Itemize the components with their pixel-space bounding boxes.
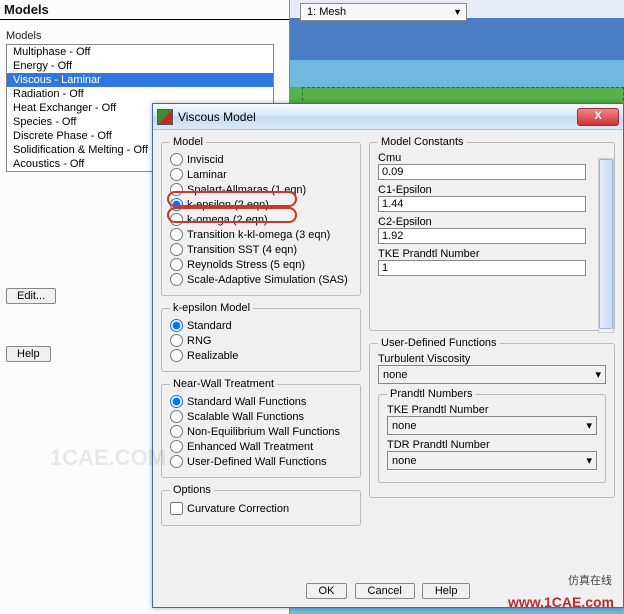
chevron-down-icon: ▼ <box>453 7 462 17</box>
radio-nwt-scalable[interactable]: Scalable Wall Functions <box>170 409 352 424</box>
radio-inviscid[interactable]: Inviscid <box>170 152 352 167</box>
dialog-title: Viscous Model <box>178 110 256 124</box>
dropdown-value: 1: Mesh <box>307 6 346 18</box>
nwt-legend: Near-Wall Treatment <box>170 378 277 390</box>
radio-ke-realizable[interactable]: Realizable <box>170 348 352 363</box>
list-item[interactable]: Viscous - Laminar <box>7 73 273 87</box>
near-wall-group: Near-Wall Treatment Standard Wall Functi… <box>161 378 361 478</box>
options-group: Options Curvature Correction <box>161 484 361 526</box>
radio-nwt-standard[interactable]: Standard Wall Functions <box>170 394 352 409</box>
dialog-help-button[interactable]: Help <box>422 583 471 599</box>
edit-button[interactable]: Edit... <box>6 288 56 304</box>
model-group: Model Inviscid Laminar Spalart-Allmaras … <box>161 136 361 296</box>
kepsilon-model-group: k-epsilon Model Standard RNG Realizable <box>161 302 361 372</box>
c1e-input[interactable] <box>378 196 586 212</box>
c2e-input[interactable] <box>378 228 586 244</box>
radio-kepsilon[interactable]: k-epsilon (2 eqn) <box>170 197 352 212</box>
radio-trans-kklomega[interactable]: Transition k-kl-omega (3 eqn) <box>170 227 352 242</box>
list-item[interactable]: Energy - Off <box>7 59 273 73</box>
radio-nwt-userdef[interactable]: User-Defined Wall Functions <box>170 454 352 469</box>
radio-spalart[interactable]: Spalart-Allmaras (1 eqn) <box>170 182 352 197</box>
app-icon <box>157 109 173 125</box>
scrollbar[interactable] <box>598 158 614 333</box>
list-item[interactable]: Multiphase - Off <box>7 45 273 59</box>
cmu-label: Cmu <box>378 152 586 164</box>
radio-nwt-enhanced[interactable]: Enhanced Wall Treatment <box>170 439 352 454</box>
ok-button[interactable]: OK <box>306 583 348 599</box>
viscous-model-dialog: Viscous Model X Model Inviscid Laminar S… <box>152 103 624 608</box>
title-bar: Viscous Model X <box>153 104 623 130</box>
radio-nwt-noneq[interactable]: Non-Equilibrium Wall Functions <box>170 424 352 439</box>
tkepr-label: TKE Prandtl Number <box>378 248 586 260</box>
chevron-down-icon: ▾ <box>595 368 601 381</box>
list-item[interactable]: Radiation - Off <box>7 87 273 101</box>
turb-visc-label: Turbulent Viscosity <box>378 353 606 365</box>
panel-title: Models <box>0 0 289 20</box>
tdr-pn-select[interactable]: none ▾ <box>387 451 597 470</box>
udf-group: User-Defined Functions Turbulent Viscosi… <box>369 337 615 498</box>
radio-laminar[interactable]: Laminar <box>170 167 352 182</box>
chevron-down-icon: ▾ <box>586 454 592 467</box>
tke-pn-label: TKE Prandtl Number <box>387 404 597 416</box>
opt-legend: Options <box>170 484 214 496</box>
radio-komega[interactable]: k-omega (2 eqn) <box>170 212 352 227</box>
turb-visc-select[interactable]: none ▾ <box>378 365 606 384</box>
close-button[interactable]: X <box>577 108 619 126</box>
view-dropdown[interactable]: 1: Mesh ▼ <box>300 3 467 21</box>
pn-legend: Prandtl Numbers <box>387 388 476 400</box>
model-legend: Model <box>170 136 206 148</box>
c2e-label: C2-Epsilon <box>378 216 586 228</box>
radio-trans-sst[interactable]: Transition SST (4 eqn) <box>170 242 352 257</box>
chevron-down-icon: ▾ <box>586 419 592 432</box>
help-button[interactable]: Help <box>6 346 51 362</box>
radio-ke-rng[interactable]: RNG <box>170 333 352 348</box>
cmu-input[interactable] <box>378 164 586 180</box>
models-sublabel: Models <box>0 20 289 44</box>
mc-legend: Model Constants <box>378 136 467 148</box>
tkepr-input[interactable] <box>378 260 586 276</box>
radio-reynolds-stress[interactable]: Reynolds Stress (5 eqn) <box>170 257 352 272</box>
prandtl-numbers-group: Prandtl Numbers TKE Prandtl Number none … <box>378 388 606 483</box>
checkbox-curvature[interactable]: Curvature Correction <box>170 500 352 517</box>
model-constants-group: Model Constants Cmu C1-Epsilon C2-Epsilo… <box>369 136 615 331</box>
dialog-footer: OK Cancel Help <box>153 583 623 599</box>
ke-legend: k-epsilon Model <box>170 302 253 314</box>
tdr-pn-label: TDR Prandtl Number <box>387 439 597 451</box>
udf-legend: User-Defined Functions <box>378 337 500 349</box>
radio-ke-standard[interactable]: Standard <box>170 318 352 333</box>
cancel-button[interactable]: Cancel <box>355 583 415 599</box>
c1e-label: C1-Epsilon <box>378 184 586 196</box>
scroll-thumb[interactable] <box>599 159 613 329</box>
tke-pn-select[interactable]: none ▾ <box>387 416 597 435</box>
radio-sas[interactable]: Scale-Adaptive Simulation (SAS) <box>170 272 352 287</box>
